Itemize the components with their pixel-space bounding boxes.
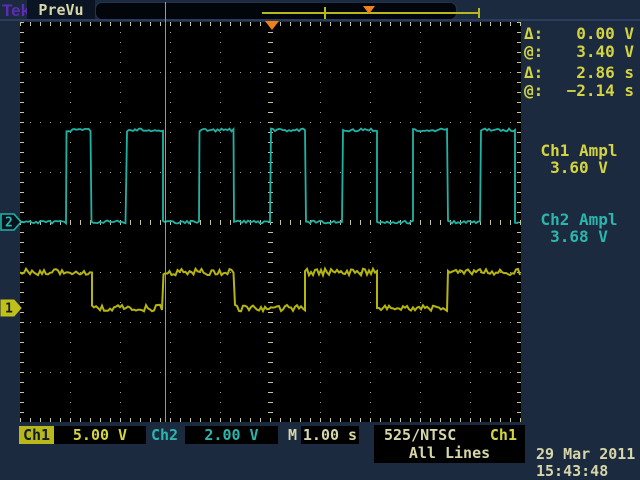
cursor-at-t-value: −2.14 s <box>567 82 634 100</box>
trigger-standard: 525/NTSC <box>384 426 456 444</box>
cursor-delta-t-row: Δ: 2.86 s <box>522 64 636 82</box>
ch1-ampl-title: Ch1 Ampl <box>520 142 638 159</box>
cursor-readout: Δ: 0.00 V @: 3.40 V Δ: 2.86 s @: −2.14 s <box>522 25 636 100</box>
waveform-display <box>20 22 521 422</box>
cursor-delta-v-value: 0.00 V <box>576 25 634 43</box>
cursor-delta-v-row: Δ: 0.00 V <box>522 25 636 43</box>
video-line-cursor <box>165 2 166 422</box>
ch1-marker-label: 1 <box>5 302 13 317</box>
acquisition-mode-label: PreVu <box>38 1 83 19</box>
cursor-at-t-label: @: <box>524 82 543 100</box>
cursor-at-t-row: @: −2.14 s <box>522 82 636 100</box>
record-window-right-bracket <box>478 8 480 18</box>
acquisition-mode-badge: PreVu <box>27 0 95 20</box>
trigger-standard-row: 525/NTSC Ch1 <box>374 425 525 444</box>
cursor-at-v-row: @: 3.40 V <box>522 43 636 61</box>
ch1-scale-readout: 5.00 V <box>54 426 146 444</box>
trigger-source: Ch1 <box>490 426 517 444</box>
ch2-ampl-title: Ch2 Ampl <box>520 211 638 228</box>
horizontal-position-bar <box>95 2 457 20</box>
ch2-waveform-trace <box>20 129 519 224</box>
ch1-channel-badge: Ch1 <box>19 426 54 444</box>
cursor-delta-v-label: Δ: <box>524 25 543 43</box>
trigger-readout: 525/NTSC Ch1 All Lines <box>374 425 525 463</box>
trigger-position-marker-icon <box>265 21 279 30</box>
ch2-amplitude-measurement: Ch2 Ampl 3.68 V <box>520 211 638 245</box>
cursor-at-v-value: 3.40 V <box>576 43 634 61</box>
trigger-mode: All Lines <box>374 444 525 462</box>
timebase-readout: 1.00 s <box>301 426 359 444</box>
ch1-amplitude-measurement: Ch1 Ampl 3.60 V <box>520 142 638 176</box>
ch2-marker-label: 2 <box>5 216 13 231</box>
date-label: 29 Mar 2011 <box>536 446 635 463</box>
tek-logo: Tek <box>2 1 30 21</box>
ch2-ground-marker: 2 <box>0 213 23 231</box>
record-window-tick <box>324 7 326 19</box>
cursor-delta-t-value: 2.86 s <box>576 64 634 82</box>
ch2-ampl-value: 3.68 V <box>520 228 638 245</box>
timebase-label: M <box>288 426 297 444</box>
top-separator <box>0 19 640 21</box>
time-label: 15:43:48 <box>536 463 635 480</box>
ch1-ground-marker: 1 <box>0 299 23 317</box>
ch2-channel-badge: Ch2 <box>151 426 178 444</box>
datetime-readout: 29 Mar 2011 15:43:48 <box>536 446 635 480</box>
cursor-delta-t-label: Δ: <box>524 64 543 82</box>
ch1-ampl-value: 3.60 V <box>520 159 638 176</box>
ch1-waveform-trace <box>20 269 520 312</box>
ch2-scale-readout: 2.00 V <box>185 426 278 444</box>
trigger-position-icon <box>363 6 375 14</box>
oscilloscope-screen: Tek PreVu 2 <box>0 0 640 480</box>
cursor-at-v-label: @: <box>524 43 543 61</box>
